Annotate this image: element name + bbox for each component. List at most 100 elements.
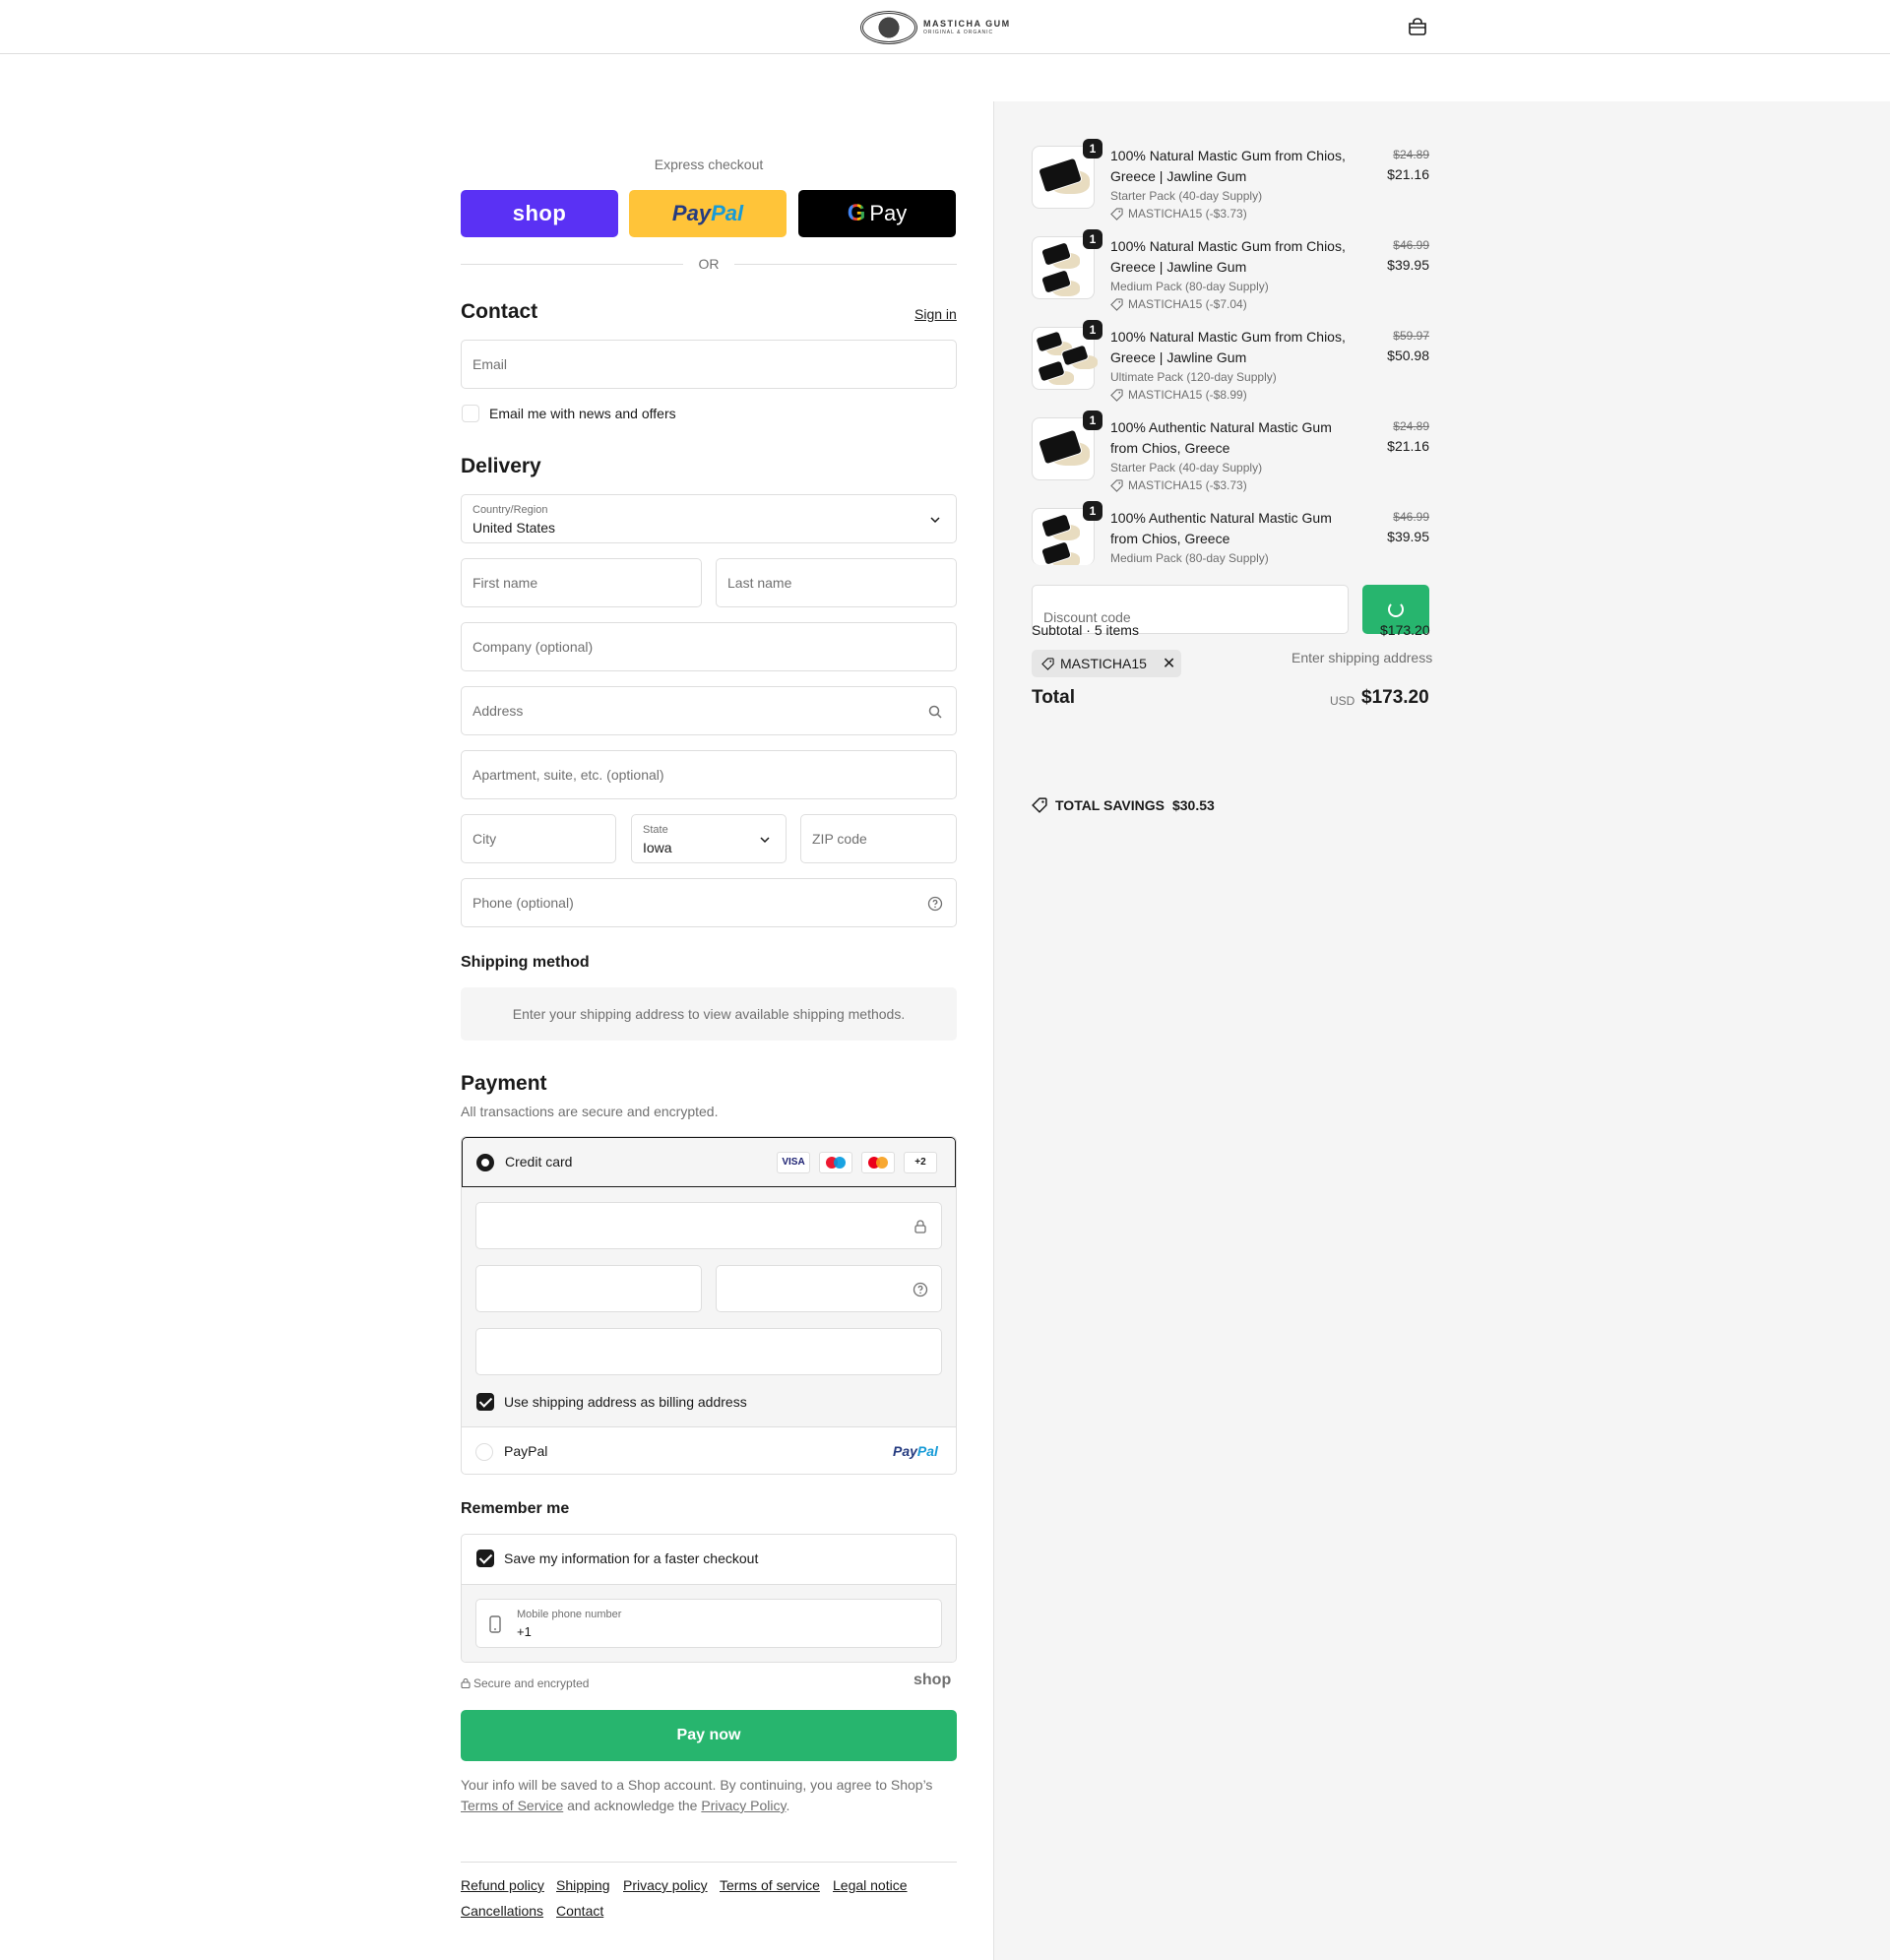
shop-account-notice: Your info will be saved to a Shop accoun… [461, 1777, 933, 1813]
chevron-down-icon [760, 837, 770, 844]
total-label: Total [1032, 687, 1075, 708]
zip-field[interactable]: ZIP code [800, 814, 957, 863]
total-currency: USD [1330, 694, 1355, 708]
product-title: 100% Natural Mastic Gum from Chios, Gree… [1110, 148, 1346, 184]
brand-name: MASTICHA GUM [923, 19, 1011, 29]
discounted-price: $39.95 [1387, 257, 1429, 273]
chevron-down-icon [930, 517, 940, 524]
shop-pay-button[interactable]: shop [461, 190, 618, 237]
paypal-button[interactable]: Pay Pal [629, 190, 787, 237]
line-item: 1 100% Natural Mastic Gum from Chios, Gre… [1032, 229, 1429, 315]
mobile-phone-field[interactable]: Mobile phone number +1 [475, 1599, 942, 1648]
pay-now-button[interactable]: Pay now [461, 1710, 957, 1761]
credit-card-form: Use shipping address as billing address [462, 1187, 956, 1426]
subtotal-value: $173.20 [1380, 622, 1430, 638]
shipping-info-notice: Enter your shipping address to view avai… [461, 987, 957, 1041]
name-on-card-field[interactable] [475, 1328, 942, 1375]
line-item: 1 100% Natural Mastic Gum from Chios, Gre… [1032, 139, 1429, 224]
tag-icon [1110, 207, 1123, 221]
product-discount: MASTICHA15 (-$8.99) [1110, 388, 1247, 402]
phone-field[interactable]: Phone (optional) [461, 878, 957, 927]
remember-me-box: Save my information for a faster checkou… [461, 1534, 957, 1663]
search-icon [928, 705, 942, 719]
newsletter-checkbox[interactable] [462, 405, 479, 422]
first-name-field[interactable]: First name [461, 558, 702, 607]
tag-icon [1032, 797, 1047, 813]
discounted-price: $21.16 [1387, 438, 1429, 454]
brand-logo[interactable]: MASTICHA GUM ORIGINAL & ORGANIC [860, 11, 1032, 44]
site-header: MASTICHA GUM ORIGINAL & ORGANIC [0, 0, 1890, 54]
shop-logo: shop [914, 1672, 952, 1688]
footer-link-legal-notice[interactable]: Legal notice [833, 1877, 908, 1893]
footer-link-shipping[interactable]: Shipping [556, 1877, 610, 1893]
google-pay-button[interactable]: G Pay [798, 190, 956, 237]
expiration-date-field[interactable] [475, 1265, 702, 1312]
secure-encrypted-note: Secure and encrypted [461, 1676, 589, 1690]
product-discount: MASTICHA15 (-$3.73) [1110, 478, 1247, 492]
footer-link-terms-of-service[interactable]: Terms of service [720, 1877, 820, 1893]
help-icon[interactable] [913, 1282, 928, 1297]
shopping-bag-icon[interactable] [1408, 18, 1427, 35]
product-title: 100% Natural Mastic Gum from Chios, Gree… [1110, 329, 1346, 365]
footer-link-contact[interactable]: Contact [556, 1903, 603, 1919]
mobile-phone-icon [489, 1615, 501, 1633]
address-field[interactable]: Address [461, 686, 957, 735]
paypal-option[interactable]: PayPal PayPal [462, 1427, 956, 1474]
privacy-policy-link[interactable]: Privacy Policy [701, 1798, 786, 1813]
tag-icon [1110, 388, 1123, 402]
lock-icon [914, 1220, 926, 1233]
apartment-field[interactable]: Apartment, suite, etc. (optional) [461, 750, 957, 799]
footer-divider [461, 1862, 957, 1863]
tag-icon [1110, 297, 1123, 311]
product-variant: Starter Pack (40-day Supply) [1110, 461, 1263, 474]
shipping-method-heading: Shipping method [461, 954, 590, 971]
brand-tagline: ORIGINAL & ORGANIC [923, 30, 994, 35]
credit-card-option[interactable]: Credit card VISA +2 [462, 1137, 956, 1187]
security-code-field[interactable] [716, 1265, 942, 1312]
city-field[interactable]: City [461, 814, 616, 863]
product-title: 100% Authentic Natural Mastic Gum from C… [1110, 419, 1332, 456]
paypal-radio[interactable] [475, 1443, 493, 1461]
terms-of-service-link[interactable]: Terms of Service [461, 1798, 563, 1813]
product-title: 100% Authentic Natural Mastic Gum from C… [1110, 510, 1332, 546]
payment-methods: Credit card VISA +2 Use shipping address… [461, 1136, 957, 1475]
product-title: 100% Natural Mastic Gum from Chios, Gree… [1110, 238, 1346, 275]
tag-icon [1110, 478, 1123, 492]
quantity-badge: 1 [1083, 320, 1102, 340]
applied-discount-chip: MASTICHA15 ✕ [1032, 650, 1181, 677]
original-price: $46.99 [1393, 510, 1429, 524]
total-value: $173.20 [1361, 687, 1429, 708]
help-icon[interactable] [927, 896, 943, 912]
remember-me-heading: Remember me [461, 1500, 570, 1517]
maestro-icon [819, 1152, 852, 1173]
last-name-field[interactable]: Last name [716, 558, 957, 607]
footer-link-privacy-policy[interactable]: Privacy policy [623, 1877, 708, 1893]
loading-spinner-icon [1388, 601, 1404, 617]
quantity-badge: 1 [1083, 229, 1102, 249]
billing-address-checkbox[interactable] [476, 1393, 494, 1411]
line-item: 1 100% Natural Mastic Gum from Chios, Gre… [1032, 320, 1429, 406]
footer-link-refund-policy[interactable]: Refund policy [461, 1877, 544, 1893]
product-discount: MASTICHA15 (-$3.73) [1110, 207, 1247, 221]
tag-icon [1041, 657, 1054, 670]
sign-in-link[interactable]: Sign in [914, 306, 957, 322]
payment-subtitle: All transactions are secure and encrypte… [461, 1104, 719, 1119]
express-checkout-title: Express checkout [654, 157, 764, 172]
email-field[interactable]: Email [461, 340, 957, 389]
footer-link-cancellations[interactable]: Cancellations [461, 1903, 543, 1919]
credit-card-radio[interactable] [476, 1154, 494, 1171]
newsletter-label: Email me with news and offers [489, 406, 676, 421]
more-cards-badge: +2 [904, 1152, 937, 1173]
company-field[interactable]: Company (optional) [461, 622, 957, 671]
card-number-field[interactable] [475, 1202, 942, 1249]
remove-discount-icon[interactable]: ✕ [1163, 654, 1175, 673]
save-info-checkbox[interactable] [476, 1549, 494, 1567]
country-select[interactable]: Country/Region United States [461, 494, 957, 543]
state-select[interactable]: State Iowa [631, 814, 787, 863]
discounted-price: $39.95 [1387, 529, 1429, 544]
original-price: $24.89 [1393, 419, 1429, 433]
line-item: 1 100% Authentic Natural Mastic Gum from … [1032, 411, 1429, 496]
product-variant: Ultimate Pack (120-day Supply) [1110, 370, 1277, 384]
lock-icon [461, 1677, 471, 1689]
quantity-badge: 1 [1083, 501, 1102, 521]
